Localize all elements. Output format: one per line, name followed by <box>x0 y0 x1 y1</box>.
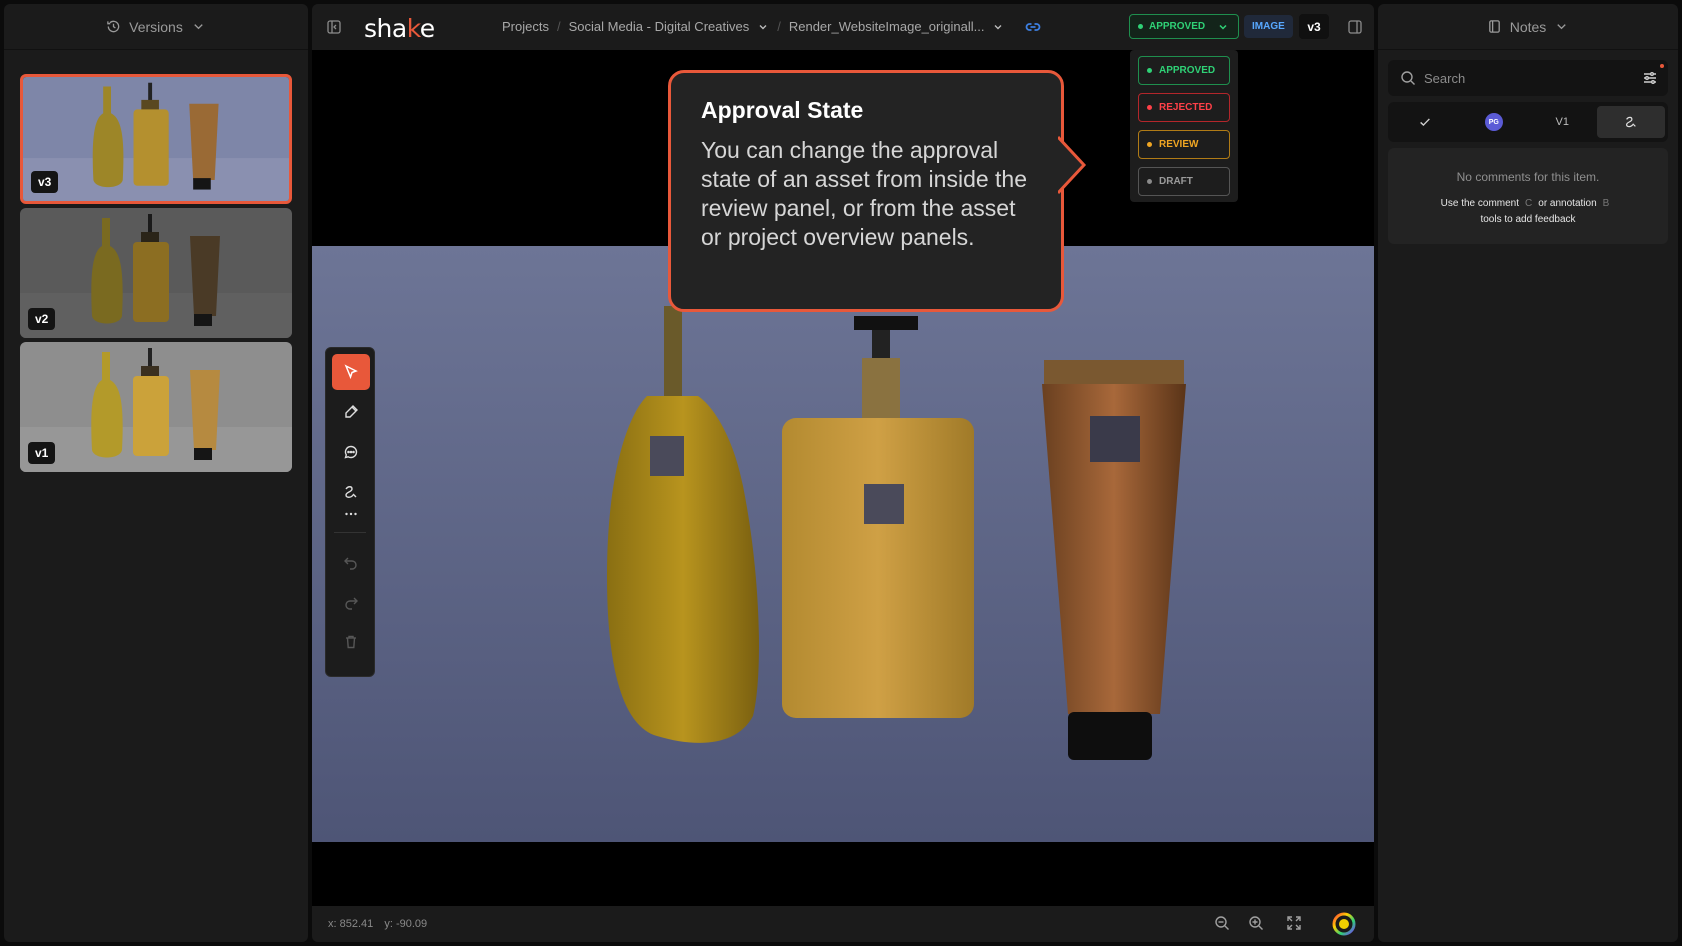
empty-hint: Use the comment Cor annotation B tools to … <box>1440 198 1610 225</box>
more-icon[interactable] <box>332 502 370 526</box>
product-thumbnail <box>23 77 289 201</box>
chevron-down-icon <box>194 24 203 30</box>
cursor-coordinates: x: 852.41 y: -90.09 <box>328 918 435 930</box>
status-option-approved[interactable]: APPROVED <box>1138 56 1230 85</box>
redo-icon[interactable] <box>332 584 370 620</box>
annotation-icon <box>1625 116 1636 128</box>
product-image <box>312 246 1374 842</box>
version-label: v3 <box>31 171 59 193</box>
status-dot <box>1147 142 1152 147</box>
annotation-toolbar <box>325 347 375 677</box>
notes-filter-tabs: PG V1 <box>1388 102 1668 142</box>
notes-panel: Notes PG V1 No comments for this item. U… <box>1378 4 1678 942</box>
version-thumb-v1[interactable]: v1 <box>20 342 292 472</box>
status-dot <box>1147 179 1152 184</box>
notes-header[interactable]: Notes <box>1378 4 1678 50</box>
status-dot <box>1138 24 1143 29</box>
product-thumbnail <box>20 208 292 338</box>
status-dot <box>1147 68 1152 73</box>
chevron-down-icon <box>1557 24 1566 30</box>
check-icon <box>1420 118 1431 127</box>
viewer-panel: shake Projects / Social Media - Digital … <box>312 4 1374 942</box>
history-icon <box>107 20 120 33</box>
empty-comments-state: No comments for this item. Use the comme… <box>1388 148 1668 244</box>
chevron-down-icon <box>1219 24 1227 30</box>
comment-icon[interactable] <box>332 434 370 470</box>
link-icon[interactable] <box>1024 18 1042 41</box>
status-option-review[interactable]: REVIEW <box>1138 130 1230 159</box>
tooltip-title: Approval State <box>701 97 864 123</box>
filter-tab-version[interactable]: V1 <box>1528 106 1597 138</box>
notebook-icon <box>1488 20 1500 33</box>
zoom-out-icon[interactable] <box>1214 915 1230 936</box>
status-label: APPROVED <box>1149 21 1206 32</box>
coord-y: y: -90.09 <box>384 918 428 930</box>
empty-title: No comments for this item. <box>1456 170 1600 184</box>
zoom-in-icon[interactable] <box>1248 915 1264 936</box>
status-option-draft[interactable]: DRAFT <box>1138 167 1230 196</box>
sidebar-toggle-icon[interactable] <box>326 19 342 35</box>
filter-tab-annotations[interactable] <box>1596 106 1665 138</box>
pen-icon[interactable] <box>332 394 370 430</box>
breadcrumb-project[interactable]: Social Media - Digital Creatives <box>569 19 750 34</box>
notes-title: Notes <box>1509 18 1547 35</box>
status-dot <box>1147 105 1152 110</box>
app-logo[interactable]: shake <box>364 14 435 43</box>
shortcut-key-c: C <box>1525 198 1533 209</box>
approval-status-dropdown: APPROVED REJECTED REVIEW DRAFT <box>1130 50 1238 202</box>
notes-search <box>1388 60 1668 96</box>
asset-image[interactable] <box>312 246 1374 842</box>
version-badge[interactable]: v3 <box>1299 14 1329 39</box>
search-icon <box>1401 71 1415 85</box>
asset-type-badge: IMAGE <box>1244 15 1293 38</box>
status-option-rejected[interactable]: REJECTED <box>1138 93 1230 122</box>
fit-screen-icon[interactable] <box>1286 915 1302 936</box>
pointer-icon[interactable] <box>332 354 370 390</box>
filter-tab-user[interactable]: PG <box>1460 106 1529 138</box>
version-thumb-v2[interactable]: v2 <box>20 208 292 338</box>
version-label: v1 <box>28 442 56 464</box>
chevron-down-icon[interactable] <box>992 21 1004 33</box>
color-picker-icon[interactable] <box>1332 912 1356 941</box>
filter-icon[interactable] <box>1642 70 1658 86</box>
version-label: v2 <box>28 308 56 330</box>
undo-icon[interactable] <box>332 544 370 580</box>
tooltip-arrow <box>1058 135 1087 195</box>
toolbar-divider <box>334 532 366 533</box>
approval-state-tooltip: Approval State You can change the approv… <box>668 70 1087 312</box>
product-thumbnail <box>20 342 292 472</box>
notification-dot <box>1660 64 1664 68</box>
chevron-down-icon[interactable] <box>757 21 769 33</box>
shortcut-key-b: B <box>1602 198 1610 209</box>
search-input[interactable] <box>1424 70 1614 86</box>
breadcrumb-asset[interactable]: Render_WebsiteImage_originall... <box>789 19 985 34</box>
top-bar: shake Projects / Social Media - Digital … <box>312 4 1374 50</box>
right-panel-toggle-icon[interactable] <box>1347 19 1363 40</box>
filter-tab-resolved[interactable] <box>1391 106 1460 138</box>
tooltip-body: You can change the approval state of an … <box>701 137 1028 250</box>
versions-panel: Versions v3 v2 v1 <box>4 4 308 942</box>
approval-status-button[interactable]: APPROVED <box>1129 14 1239 39</box>
versions-title: Versions <box>129 18 183 35</box>
versions-header[interactable]: Versions <box>4 4 308 50</box>
bottom-bar: x: 852.41 y: -90.09 <box>312 906 1374 942</box>
version-thumb-v3[interactable]: v3 <box>20 74 292 204</box>
avatar: PG <box>1484 113 1503 131</box>
trash-icon[interactable] <box>332 624 370 660</box>
breadcrumb-projects[interactable]: Projects <box>502 19 549 34</box>
breadcrumb: Projects / Social Media - Digital Creati… <box>502 19 1004 34</box>
coord-x: x: 852.41 <box>328 918 374 930</box>
